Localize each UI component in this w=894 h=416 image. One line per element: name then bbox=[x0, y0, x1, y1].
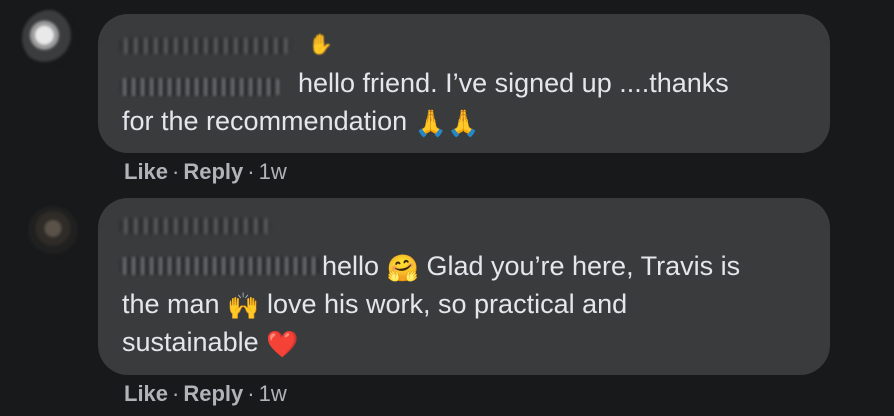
separator-dot: · bbox=[172, 381, 180, 406]
redacted-author-name[interactable] bbox=[120, 38, 290, 54]
comment-actions: Like · Reply · 1w bbox=[124, 381, 287, 407]
comment-bubble: hello 🤗 Glad you’re here, Travis is the … bbox=[98, 198, 830, 375]
avatar[interactable] bbox=[22, 10, 78, 66]
comment-text-line: for the recommendation 🙏🙏 bbox=[122, 102, 479, 143]
like-button[interactable]: Like bbox=[124, 159, 168, 184]
hugging-face-icon: 🤗 bbox=[386, 254, 419, 284]
folded-hands-icon: 🙏🙏 bbox=[414, 109, 480, 139]
comment-text-line: hello 🤗 Glad you’re here, Travis is bbox=[322, 247, 740, 288]
previous-comment-actions-stub bbox=[120, 0, 200, 2]
avatar[interactable] bbox=[28, 206, 78, 256]
like-button[interactable]: Like bbox=[124, 381, 168, 406]
reply-button[interactable]: Reply bbox=[183, 159, 243, 184]
comment-text-fragment: the man bbox=[122, 289, 220, 319]
comment-text-fragment: Glad you’re here, Travis is bbox=[426, 251, 741, 281]
comment-text-line: sustainable ❤️ bbox=[122, 323, 299, 364]
comment-text-fragment: sustainable bbox=[122, 327, 259, 357]
redacted-author-name[interactable] bbox=[120, 218, 270, 234]
separator-dot: · bbox=[247, 159, 255, 184]
redacted-mention[interactable] bbox=[120, 257, 320, 275]
comment-text-fragment: for the recommendation bbox=[122, 106, 408, 136]
comment-bubble: ✋ hello friend. I’ve signed up ....thank… bbox=[98, 14, 830, 153]
separator-dot: · bbox=[247, 381, 255, 406]
comment-text-fragment: hello bbox=[322, 251, 380, 281]
timestamp[interactable]: 1w bbox=[259, 159, 287, 184]
comment-actions: Like · Reply · 1w bbox=[124, 159, 287, 185]
raising-hands-icon: 🙌 bbox=[227, 292, 260, 322]
red-heart-icon: ❤️ bbox=[266, 330, 299, 360]
waving-hand-icon: ✋ bbox=[308, 34, 333, 56]
comment-text-line: the man 🙌 love his work, so practical an… bbox=[122, 285, 627, 326]
reply-button[interactable]: Reply bbox=[183, 381, 243, 406]
comment-text-line: hello friend. I’ve signed up ....thanks bbox=[298, 68, 729, 98]
separator-dot: · bbox=[172, 159, 180, 184]
comment-text-fragment: love his work, so practical and bbox=[266, 289, 628, 319]
redacted-mention[interactable] bbox=[120, 78, 280, 96]
timestamp[interactable]: 1w bbox=[259, 381, 287, 406]
